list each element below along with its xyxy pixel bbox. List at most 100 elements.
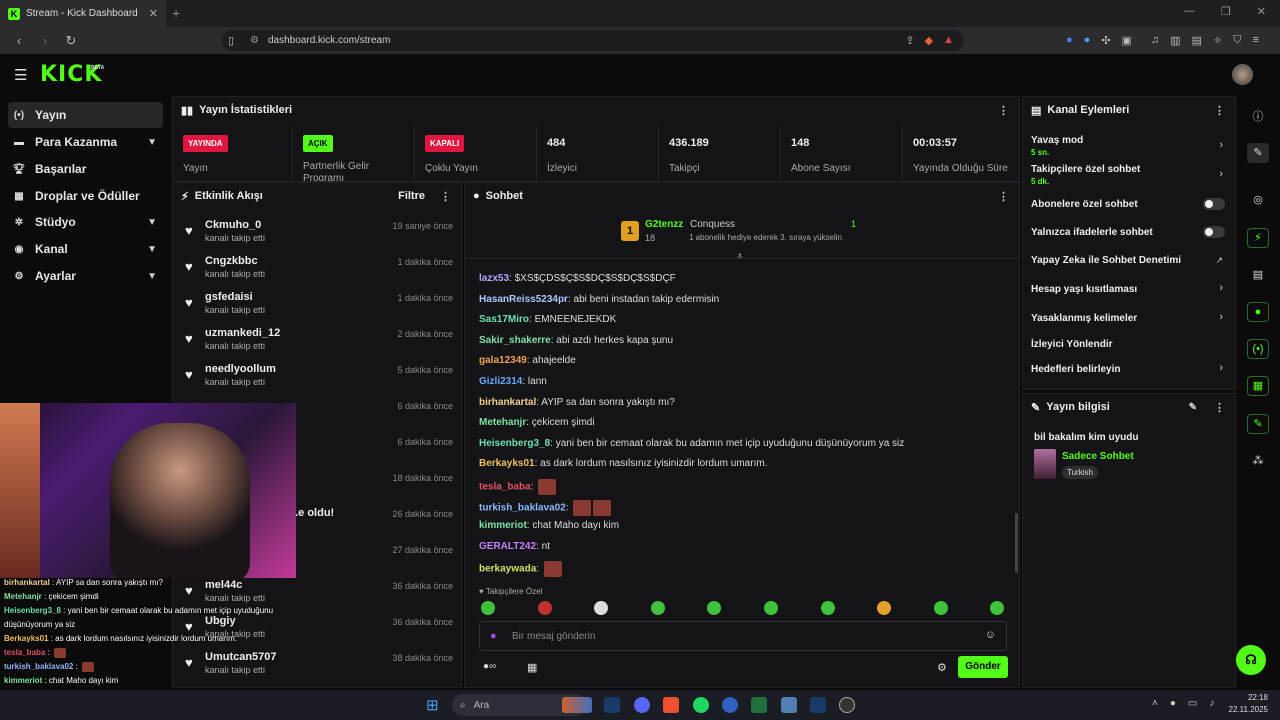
goals-item[interactable]: Hedefleri belirleyin [1031, 364, 1231, 375]
sidebar-item-yayin[interactable]: (•) Yayın [8, 102, 163, 128]
microphone-icon[interactable]: ● [1170, 698, 1176, 709]
chevron-right-icon[interactable]: › [1219, 139, 1223, 151]
more-options-icon[interactable]: ⋮ [998, 190, 1009, 203]
chat-scrollbar[interactable] [1015, 513, 1018, 573]
network-icon[interactable]: ▭ [1188, 698, 1197, 709]
app-icon[interactable] [722, 697, 738, 713]
emote-button[interactable] [650, 601, 665, 615]
pencil-icon[interactable]: ✎ [1247, 143, 1269, 163]
search-highlight-icon[interactable] [562, 697, 592, 713]
url-field[interactable]: ▯ ⚙ dashboard.kick.com/stream ⇪ ◆ ▲ [222, 30, 964, 51]
obs-icon[interactable] [839, 697, 855, 713]
chat-username[interactable]: Sas17Miro [479, 314, 529, 325]
sidebar-item-ayarlar[interactable]: ⚙ Ayarlar ▼ [8, 263, 163, 289]
chat-username[interactable]: Heisenberg3_8 [479, 438, 550, 449]
sidebar-item-droplar[interactable]: ▦ Droplar ve Ödüller [8, 183, 163, 209]
wallet-icon[interactable]: ▤ [1192, 34, 1202, 47]
chat-username[interactable]: gala12349 [479, 355, 527, 366]
chat-username[interactable]: Metehanjr [479, 417, 526, 428]
browser-tab[interactable]: K Stream - Kick Dashboard ✕ [0, 0, 166, 27]
subscribers-only-toggle[interactable] [1203, 198, 1225, 210]
brave-rewards-icon[interactable]: ▲ [943, 34, 954, 47]
extension-icon[interactable]: ● [1066, 34, 1073, 47]
vpn-icon[interactable]: ● [1084, 34, 1091, 47]
chat-username[interactable]: tesla_baba [479, 482, 531, 493]
emote-button[interactable] [990, 601, 1005, 615]
chat-username[interactable]: HasanReiss5234pr [479, 294, 568, 305]
language-tag[interactable]: Turkish [1062, 466, 1098, 479]
sidebar-toggle-icon[interactable]: ▥ [1170, 34, 1180, 47]
chat-username[interactable]: kimmeriot [479, 520, 527, 531]
screenshot-icon[interactable]: ▣ [1122, 34, 1132, 47]
spotify-icon[interactable] [693, 697, 709, 713]
sidebar-item-studyo[interactable]: ✲ Stüdyo ▼ [8, 209, 163, 235]
filter-button[interactable]: Filtre [398, 190, 425, 202]
banned-words-item[interactable]: Yasaklanmış kelimeler [1031, 313, 1231, 324]
chat-username[interactable]: birhankartal [479, 397, 536, 408]
emotes-only-toggle[interactable] [1203, 226, 1225, 238]
discord-icon[interactable] [634, 697, 650, 713]
more-options-icon[interactable]: ⋮ [1214, 401, 1225, 414]
emoji-icon[interactable]: ☺ [985, 629, 996, 641]
leaderboard-user[interactable]: Conquess [690, 219, 735, 230]
more-options-icon[interactable]: ⋮ [440, 190, 451, 203]
emote-button[interactable] [537, 601, 552, 615]
avatar[interactable] [1232, 64, 1253, 85]
category-link[interactable]: Sadece Sohbet [1062, 451, 1134, 462]
puzzle-icon[interactable]: ✣ [1101, 34, 1110, 47]
menu-icon[interactable]: ≡ [1252, 34, 1258, 47]
camera-icon[interactable]: ◎ [1250, 193, 1266, 206]
chevron-right-icon[interactable]: › [1219, 311, 1223, 323]
help-headset-icon[interactable]: ☊ [1236, 645, 1266, 675]
chat-icon[interactable]: ● [1247, 302, 1269, 322]
ai-moderation-item[interactable]: Yapay Zeka ile Sohbet Denetimi [1031, 255, 1231, 266]
back-icon[interactable]: ‹ [12, 33, 26, 48]
emote-button[interactable] [877, 601, 892, 615]
ai-icon[interactable]: ✧ [1213, 34, 1222, 47]
mic-icon[interactable]: ● [490, 630, 497, 642]
music-icon[interactable]: ♫ [1151, 34, 1159, 47]
document-icon[interactable]: ▤ [1250, 268, 1266, 281]
account-age-item[interactable]: Hesap yaşı kısıtlaması [1031, 284, 1231, 295]
send-button[interactable]: Gönder [958, 656, 1008, 678]
emote-button[interactable] [764, 601, 778, 615]
layout-icon[interactable]: ▦ [1247, 376, 1269, 396]
volume-icon[interactable]: ♪ [1209, 698, 1214, 709]
list-item[interactable]: ♥ needlyoollum kanalı takip etti 5 dakika ö… [181, 359, 453, 395]
chat-username[interactable]: turkish_baklava02 [479, 502, 566, 513]
close-tab-icon[interactable]: ✕ [149, 7, 158, 20]
emote-button[interactable] [707, 601, 722, 615]
chat-username[interactable]: lazx53 [479, 273, 509, 284]
chat-input[interactable]: ● Bir mesaj gönderin ☺ [479, 621, 1007, 651]
apps-icon[interactable]: ⁂ [1250, 454, 1266, 467]
bookmark-icon[interactable]: ▯ [228, 34, 234, 47]
edit-icon[interactable]: ✎ [1189, 402, 1197, 413]
emote-button[interactable] [933, 601, 948, 615]
badges-icon[interactable]: ●∞ [483, 661, 496, 672]
list-item[interactable]: ♥ Cngzkbbc kanalı takip etti 1 dakika önce [181, 251, 453, 287]
chevron-right-icon[interactable]: › [1219, 168, 1223, 180]
forward-icon[interactable]: › [38, 33, 52, 48]
broadcast-icon[interactable]: (•) [1247, 339, 1269, 359]
minimize-icon[interactable]: — [1184, 5, 1195, 18]
slow-mode-item[interactable]: Yavaş mod 5 sn. [1031, 135, 1231, 157]
emote-button[interactable] [481, 601, 495, 615]
chat-username[interactable]: GERALT242 [479, 541, 536, 552]
category-thumbnail[interactable] [1034, 449, 1056, 479]
chat-username[interactable]: Sakir_shakerre [479, 335, 551, 346]
more-options-icon[interactable]: ⋮ [998, 104, 1009, 117]
list-item[interactable]: ♥ Ckmuho_0 kanalı takip etti 19 saniye önce [181, 215, 453, 251]
emote-button[interactable] [820, 601, 835, 615]
chevron-right-icon[interactable]: › [1219, 362, 1223, 374]
chat-username[interactable]: Gizli2314 [479, 376, 522, 387]
list-item[interactable]: ♥ gsfedaisi kanalı takip etti 1 dakika önce [181, 287, 453, 323]
chat-username[interactable]: berkaywada [479, 564, 536, 575]
excel-icon[interactable] [751, 697, 767, 713]
close-window-icon[interactable]: ✕ [1257, 5, 1266, 18]
followers-only-item[interactable]: Takipçilere özel sohbet 5 dk. [1031, 164, 1231, 186]
brave-shield-icon[interactable]: ◆ [925, 34, 933, 47]
clock[interactable]: 22:18 22.11.2025 [1229, 692, 1268, 716]
sidebar-item-kanal[interactable]: ◉ Kanal ▼ [8, 236, 163, 262]
hamburger-menu-icon[interactable]: ☰ [14, 66, 27, 84]
chat-settings-icon[interactable]: ⚙ [937, 661, 947, 674]
